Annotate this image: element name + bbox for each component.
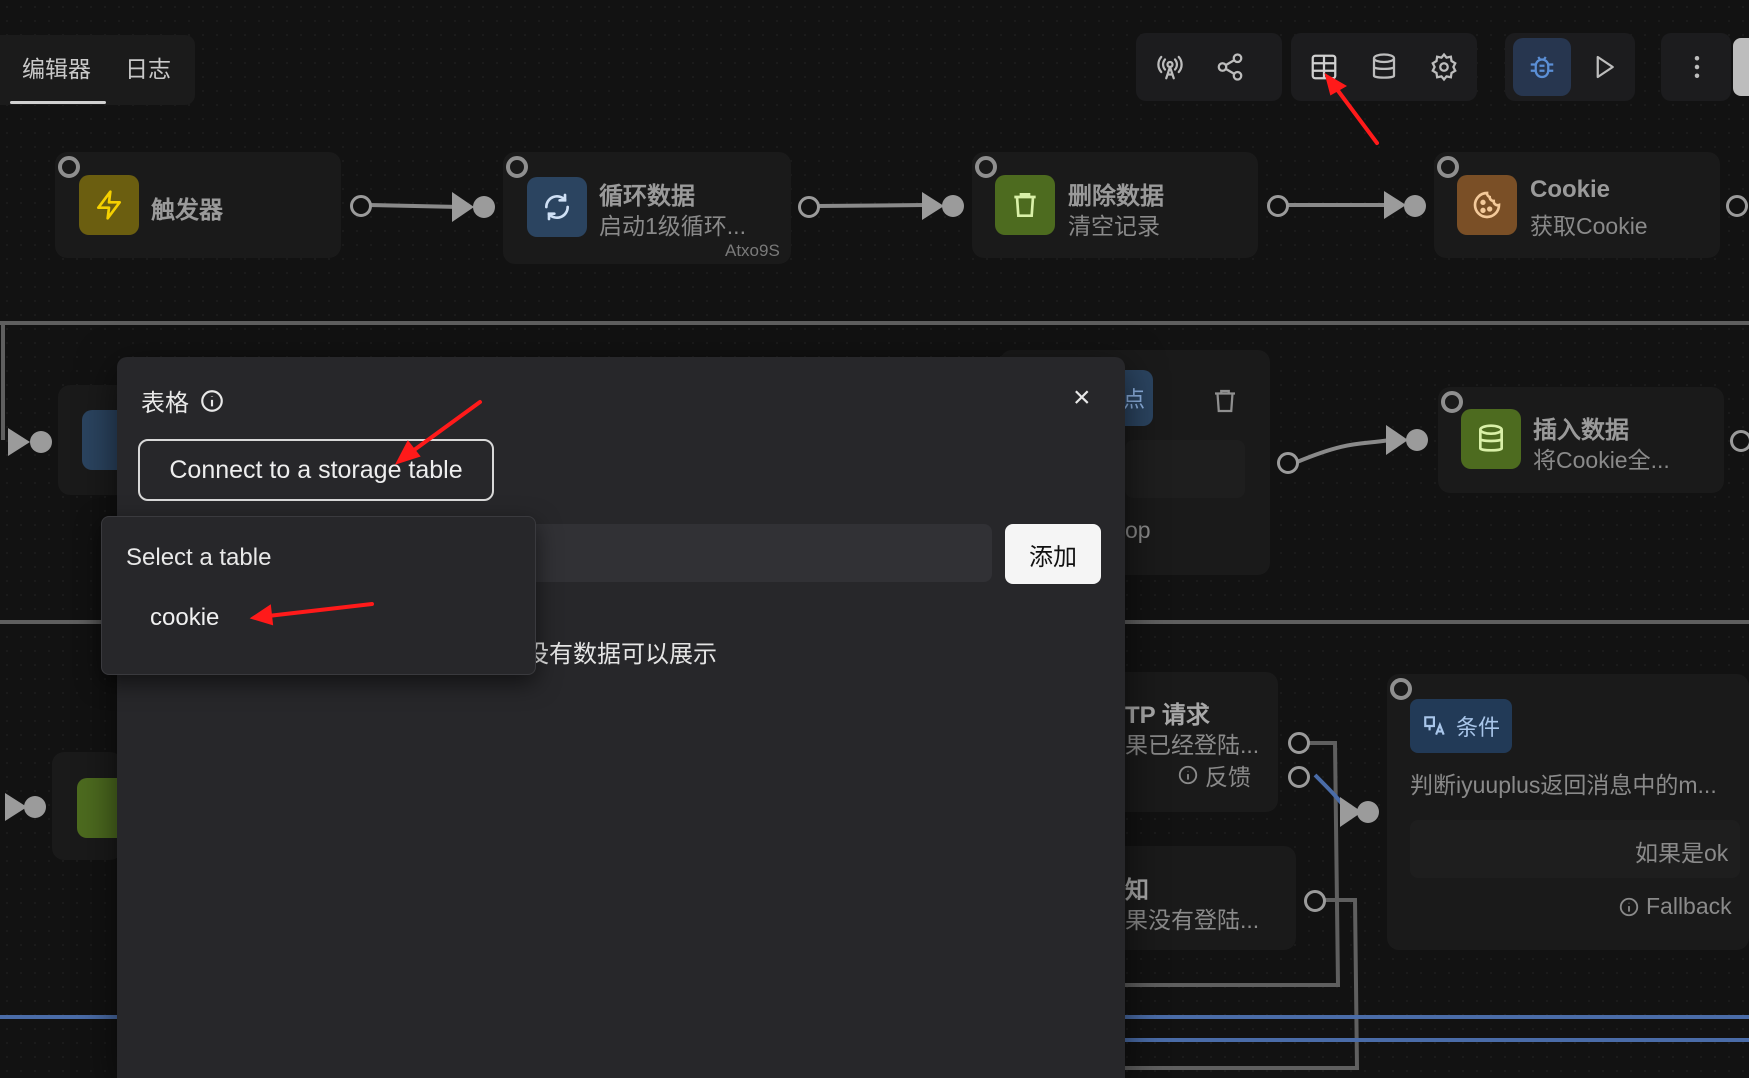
annotation-arrowhead <box>1324 72 1348 96</box>
annotation-arrows <box>249 72 1379 626</box>
annotation-arrow <box>266 602 374 618</box>
annotation-arrowhead <box>249 604 274 626</box>
annotation-arrow <box>408 400 482 455</box>
annotation-arrow <box>1334 86 1379 145</box>
annotation-arrowhead <box>394 440 421 465</box>
